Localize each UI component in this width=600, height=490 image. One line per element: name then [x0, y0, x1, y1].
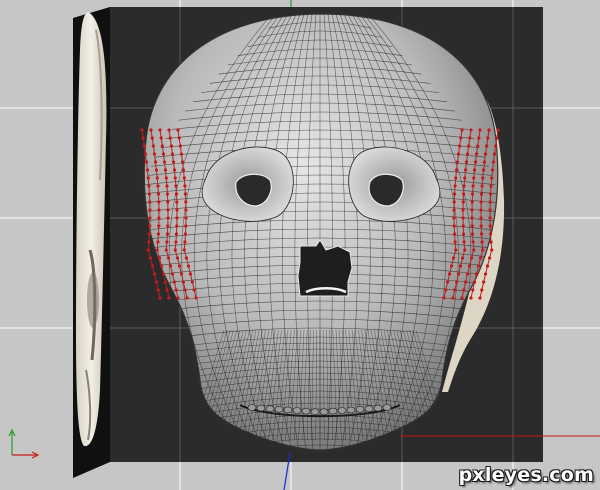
selected-edge [454, 241, 457, 251]
selected-edge [472, 241, 475, 251]
selected-edge [175, 233, 177, 243]
selected-edge [147, 241, 150, 251]
viewport-canvas[interactable] [0, 0, 600, 490]
selected-edge [166, 233, 168, 243]
selected-edge [148, 233, 150, 243]
nasal-cavity[interactable] [297, 239, 353, 297]
selected-edge [166, 185, 168, 195]
selected-edge [148, 185, 150, 195]
selected-edge [454, 177, 457, 187]
selected-edge [490, 241, 493, 251]
selected-edge [481, 241, 484, 251]
tooth [328, 407, 338, 415]
tooth [301, 407, 311, 415]
tooth [382, 404, 392, 411]
selected-edge [156, 241, 159, 251]
axis-gizmo-icon[interactable] [8, 428, 40, 459]
side-reference-plane [73, 7, 110, 478]
tooth [292, 407, 302, 414]
selected-edge [472, 177, 475, 187]
selected-edge [184, 185, 186, 195]
selected-edge [472, 185, 474, 195]
tooth [373, 404, 383, 412]
tooth [355, 405, 365, 413]
selected-edge [183, 177, 186, 187]
selected-edge [175, 185, 177, 195]
selected-edge [490, 233, 492, 243]
selected-edge [184, 233, 186, 243]
selected-edge [490, 185, 492, 195]
tooth [247, 404, 257, 411]
selected-edge [157, 185, 159, 195]
selected-edge [463, 185, 465, 195]
tooth [256, 404, 266, 412]
selected-edge [472, 233, 474, 243]
selected-edge [157, 233, 159, 243]
tooth [283, 406, 293, 414]
3d-viewport[interactable]: pxleyes.com [0, 0, 600, 490]
tooth [319, 408, 329, 416]
tooth [337, 407, 347, 414]
selected-edge [454, 185, 456, 195]
tooth [346, 406, 356, 414]
selected-edge [481, 233, 483, 243]
selected-edge [174, 241, 177, 251]
selected-edge [183, 241, 186, 251]
selected-edge [481, 177, 484, 187]
selected-edge [174, 177, 177, 187]
tooth [274, 405, 284, 413]
selected-edge [147, 177, 150, 187]
selected-edge [490, 177, 493, 187]
tooth [364, 405, 374, 413]
tooth [265, 405, 275, 413]
selected-edge [165, 241, 168, 251]
selected-edge [463, 233, 465, 243]
selected-edge [481, 185, 483, 195]
tooth [310, 408, 320, 416]
selected-edge [454, 233, 456, 243]
selected-edge [463, 177, 466, 187]
selected-edge [165, 177, 168, 187]
watermark: pxleyes.com [458, 464, 594, 486]
selected-edge [156, 177, 159, 187]
selected-edge [463, 241, 466, 251]
